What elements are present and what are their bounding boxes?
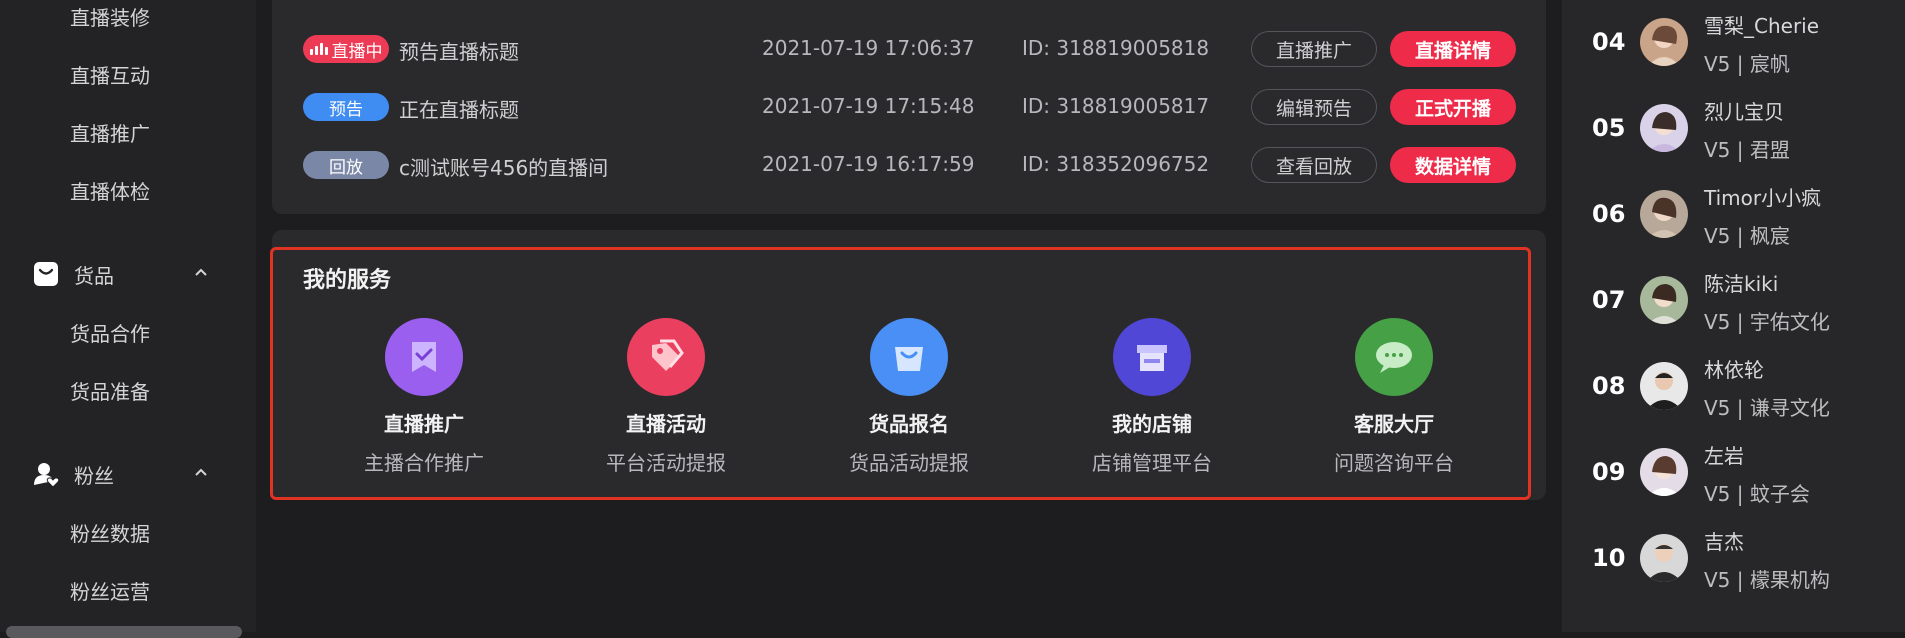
bag-icon bbox=[32, 260, 60, 288]
service-name: 货品报名 bbox=[869, 412, 949, 436]
anchor-name: 烈儿宝贝 bbox=[1704, 100, 1784, 124]
sidebar-group-label: 货品 bbox=[74, 263, 114, 288]
service-desc: 店铺管理平台 bbox=[1092, 451, 1212, 475]
shopping-bag-icon bbox=[870, 318, 948, 396]
anchor-meta: V5 | 谦寻文化 bbox=[1704, 396, 1830, 420]
service-name: 直播推广 bbox=[384, 412, 464, 436]
store-icon bbox=[1113, 318, 1191, 396]
sidebar-item-goods-coop[interactable]: 货品合作 bbox=[70, 318, 150, 347]
rank-number: 09 bbox=[1592, 458, 1626, 486]
rank-number: 06 bbox=[1592, 200, 1626, 228]
live-title[interactable]: 正在直播标题 bbox=[399, 94, 519, 123]
service-item-my-store[interactable]: 我的店铺 店铺管理平台 bbox=[1052, 318, 1252, 476]
service-desc: 平台活动提报 bbox=[606, 451, 726, 475]
rank-number: 07 bbox=[1592, 286, 1626, 314]
live-time: 2021-07-19 16:17:59 bbox=[762, 152, 975, 176]
edit-preview-button[interactable]: 编辑预告 bbox=[1251, 89, 1377, 125]
ranking-row[interactable]: 10 吉杰 V5 | 檬果机构 bbox=[1592, 526, 1892, 592]
status-badge: 预告 bbox=[303, 93, 389, 121]
tag-icon bbox=[627, 318, 705, 396]
service-desc: 货品活动提报 bbox=[849, 451, 969, 475]
status-label: 预告 bbox=[329, 99, 363, 120]
anchor-name: 林依轮 bbox=[1704, 358, 1764, 382]
anchor-name: Timor小小疯 bbox=[1704, 186, 1822, 210]
sidebar-item-interaction[interactable]: 直播互动 bbox=[70, 60, 150, 89]
live-title[interactable]: c测试账号456的直播间 bbox=[399, 152, 608, 181]
sidebar-group-fans[interactable]: 粉丝 bbox=[32, 458, 222, 490]
sidebar-group-label: 粉丝 bbox=[74, 463, 114, 488]
anchor-meta: V5 | 檬果机构 bbox=[1704, 568, 1830, 592]
promotion-icon bbox=[385, 318, 463, 396]
service-name: 我的店铺 bbox=[1112, 412, 1192, 436]
live-title[interactable]: 预告直播标题 bbox=[399, 36, 519, 65]
sidebar: 直播装修 直播互动 直播推广 直播体检 货品 货品合作 货品准备 粉丝 粉丝数据… bbox=[0, 0, 256, 638]
sidebar-item-fans-ops[interactable]: 粉丝运营 bbox=[70, 576, 150, 605]
ranking-row[interactable]: 06 Timor小小疯 V5 | 枫宸 bbox=[1592, 182, 1892, 248]
start-live-button[interactable]: 正式开播 bbox=[1390, 89, 1516, 125]
service-item-customer-service[interactable]: 客服大厅 问题咨询平台 bbox=[1294, 318, 1494, 476]
ranking-row[interactable]: 05 烈儿宝贝 V5 | 君盟 bbox=[1592, 96, 1892, 162]
live-time: 2021-07-19 17:15:48 bbox=[762, 94, 975, 118]
ranking-row[interactable]: 09 左岩 V5 | 蚊子会 bbox=[1592, 440, 1892, 506]
service-desc: 问题咨询平台 bbox=[1334, 451, 1454, 475]
sidebar-scrollbar[interactable] bbox=[6, 626, 242, 638]
anchor-name: 陈洁kiki bbox=[1704, 272, 1779, 296]
anchor-name: 左岩 bbox=[1704, 444, 1744, 468]
avatar bbox=[1640, 362, 1688, 410]
service-item-promotion[interactable]: 直播推广 主播合作推广 bbox=[324, 318, 524, 476]
sidebar-item-fans-data[interactable]: 粉丝数据 bbox=[70, 518, 150, 547]
anchor-meta: V5 | 蚊子会 bbox=[1704, 482, 1810, 506]
ranking-row[interactable]: 08 林依轮 V5 | 谦寻文化 bbox=[1592, 354, 1892, 420]
rank-number: 04 bbox=[1592, 28, 1626, 56]
service-name: 直播活动 bbox=[626, 412, 706, 436]
rank-number: 08 bbox=[1592, 372, 1626, 400]
chevron-up-icon[interactable] bbox=[192, 464, 210, 482]
rank-number: 05 bbox=[1592, 114, 1626, 142]
sidebar-item-checkup[interactable]: 直播体检 bbox=[70, 176, 150, 205]
status-label: 回放 bbox=[329, 157, 363, 178]
avatar bbox=[1640, 534, 1688, 582]
fans-icon bbox=[32, 460, 60, 488]
service-item-activity[interactable]: 直播活动 平台活动提报 bbox=[566, 318, 766, 476]
sidebar-item-promotion[interactable]: 直播推广 bbox=[70, 118, 150, 147]
anchor-meta: V5 | 枫宸 bbox=[1704, 224, 1790, 248]
services-title: 我的服务 bbox=[303, 268, 392, 293]
anchor-name: 吉杰 bbox=[1704, 530, 1744, 554]
ranking-row[interactable]: 07 陈洁kiki V5 | 宇佑文化 bbox=[1592, 268, 1892, 334]
status-label: 直播中 bbox=[331, 41, 383, 62]
signal-icon bbox=[309, 43, 328, 55]
anchor-meta: V5 | 君盟 bbox=[1704, 138, 1790, 162]
live-detail-button[interactable]: 直播详情 bbox=[1390, 31, 1516, 67]
avatar bbox=[1640, 190, 1688, 238]
anchor-meta: V5 | 宇佑文化 bbox=[1704, 310, 1830, 334]
live-time: 2021-07-19 17:06:37 bbox=[762, 36, 975, 60]
data-detail-button[interactable]: 数据详情 bbox=[1390, 147, 1516, 183]
live-row: 直播中 预告直播标题 2021-07-19 17:06:37 ID: 31881… bbox=[303, 31, 1516, 67]
sidebar-item-decoration[interactable]: 直播装修 bbox=[70, 2, 150, 31]
promote-button[interactable]: 直播推广 bbox=[1251, 31, 1377, 67]
service-name: 客服大厅 bbox=[1354, 412, 1434, 436]
sidebar-item-goods-prep[interactable]: 货品准备 bbox=[70, 376, 150, 405]
status-badge: 直播中 bbox=[303, 35, 389, 63]
rank-number: 10 bbox=[1592, 544, 1626, 572]
anchor-meta: V5 | 宸帆 bbox=[1704, 52, 1790, 76]
sidebar-group-goods[interactable]: 货品 bbox=[32, 258, 222, 290]
avatar bbox=[1640, 18, 1688, 66]
view-replay-button[interactable]: 查看回放 bbox=[1251, 147, 1377, 183]
service-desc: 主播合作推广 bbox=[364, 451, 484, 475]
ranking-row[interactable]: 04 雪梨_Cherie V5 | 宸帆 bbox=[1592, 10, 1892, 76]
chat-icon bbox=[1355, 318, 1433, 396]
service-item-goods-signup[interactable]: 货品报名 货品活动提报 bbox=[809, 318, 1009, 476]
live-id: ID: 318352096752 bbox=[1022, 152, 1210, 176]
live-row: 预告 正在直播标题 2021-07-19 17:15:48 ID: 318819… bbox=[303, 89, 1516, 125]
status-badge: 回放 bbox=[303, 151, 389, 179]
avatar bbox=[1640, 276, 1688, 324]
live-row: 回放 c测试账号456的直播间 2021-07-19 16:17:59 ID: … bbox=[303, 147, 1516, 183]
avatar bbox=[1640, 104, 1688, 152]
anchor-name: 雪梨_Cherie bbox=[1704, 14, 1820, 38]
live-id: ID: 318819005818 bbox=[1022, 36, 1210, 60]
avatar bbox=[1640, 448, 1688, 496]
chevron-up-icon[interactable] bbox=[192, 264, 210, 282]
live-id: ID: 318819005817 bbox=[1022, 94, 1210, 118]
